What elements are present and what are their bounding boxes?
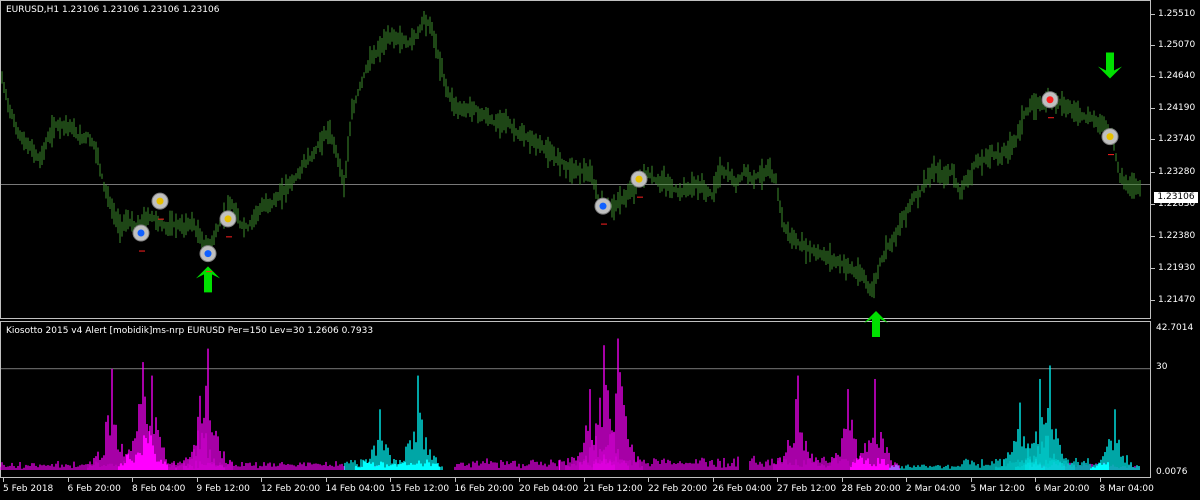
time-tick — [777, 478, 778, 482]
price-tick-label: 1.21470 — [1158, 295, 1196, 306]
signal-marker-core — [1106, 133, 1114, 141]
time-tick-label: 8 Feb 04:00 — [132, 484, 186, 494]
time-tick-label: 12 Feb 20:00 — [261, 484, 321, 494]
buy-arrow-icon — [196, 266, 220, 293]
time-tick — [67, 478, 69, 482]
signal-marker-core — [204, 250, 212, 258]
signal-marker-core — [137, 229, 145, 237]
indicator-title: Kiosotto 2015 v4 Alert [mobidik]ms-nrp E… — [6, 326, 374, 336]
signal-marker-core — [635, 175, 643, 183]
indicator-axis-bottom: 0.0076 — [1156, 467, 1188, 477]
time-tick-label: 27 Feb 12:00 — [777, 484, 837, 494]
time-tick-label: 6 Feb 20:00 — [67, 484, 121, 494]
time-tick — [390, 478, 391, 482]
time-tick-label: 8 Mar 04:00 — [1099, 484, 1154, 494]
time-tick-label: 9 Feb 12:00 — [196, 484, 250, 494]
time-tick — [906, 478, 907, 482]
indicator-axis-top: 42.7014 — [1156, 323, 1194, 333]
time-tick — [454, 478, 456, 482]
price-tick-label: 1.25070 — [1158, 40, 1196, 51]
price-tick-label: 1.22380 — [1158, 230, 1196, 241]
chart-window[interactable]: EURUSD,H1 1.23106 1.23106 1.23106 1.2310… — [0, 0, 1200, 500]
price-tick — [1151, 235, 1155, 237]
time-tick-label: 26 Feb 04:00 — [712, 484, 772, 494]
time-tick-label: 14 Feb 04:00 — [325, 484, 385, 494]
time-tick-label: 15 Feb 12:00 — [390, 484, 450, 494]
price-tick — [1151, 13, 1155, 15]
price-tick — [1151, 300, 1155, 302]
time-tick-label: 5 Mar 12:00 — [970, 484, 1025, 494]
time-tick — [841, 478, 843, 482]
time-tick-label: 6 Mar 20:00 — [1035, 484, 1090, 494]
time-tick-label: 22 Feb 20:00 — [648, 484, 708, 494]
buy-arrow-icon — [864, 311, 888, 338]
time-tick — [648, 478, 649, 482]
time-tick-label: 20 Feb 04:00 — [519, 484, 579, 494]
sell-arrow-icon — [1098, 52, 1122, 79]
price-tick-label: 1.25510 — [1158, 8, 1196, 19]
price-tick — [1151, 172, 1155, 174]
price-tick — [1151, 45, 1155, 47]
time-tick — [712, 478, 714, 482]
time-tick-label: 5 Feb 2018 — [3, 484, 54, 494]
price-tick — [1151, 107, 1155, 109]
signal-marker-core — [599, 202, 607, 210]
price-tick-label: 1.24190 — [1158, 102, 1196, 113]
price-tick — [1151, 139, 1155, 141]
time-tick — [325, 478, 327, 482]
time-tick-label: 2 Mar 04:00 — [906, 484, 961, 494]
time-tick — [132, 478, 133, 482]
price-tick-label: 1.21930 — [1158, 262, 1196, 273]
time-tick — [261, 478, 262, 482]
time-tick — [196, 478, 198, 482]
time-tick — [583, 478, 585, 482]
signal-marker-core — [224, 215, 232, 223]
time-tick — [1099, 478, 1101, 482]
time-tick — [519, 478, 520, 482]
price-tick-label: 1.23280 — [1158, 167, 1196, 178]
symbol-title: EURUSD,H1 1.23106 1.23106 1.23106 1.2310… — [6, 5, 220, 15]
signal-marker-core — [1046, 96, 1054, 104]
price-tick — [1151, 75, 1155, 77]
indicator-axis-level: 30 — [1156, 362, 1168, 372]
time-tick-label: 28 Feb 20:00 — [841, 484, 901, 494]
price-tick-label: 1.23740 — [1158, 134, 1196, 145]
time-tick — [1035, 478, 1036, 482]
time-tick — [970, 478, 972, 482]
price-tick — [1151, 267, 1155, 269]
time-tick-label: 16 Feb 20:00 — [454, 484, 514, 494]
signal-marker-core — [156, 197, 164, 205]
price-tick-label: 1.24640 — [1158, 70, 1196, 81]
chart-canvas — [0, 10, 1150, 470]
price-tick — [1151, 203, 1155, 205]
time-tick — [3, 478, 4, 482]
price-tick-label: 1.22830 — [1158, 198, 1196, 209]
time-tick-label: 21 Feb 12:00 — [583, 484, 643, 494]
